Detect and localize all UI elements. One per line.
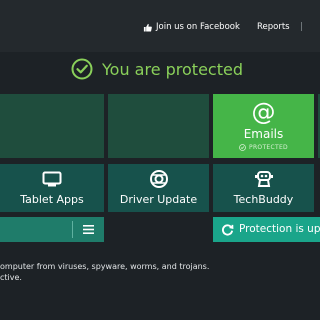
- check-circle-icon: [71, 58, 93, 80]
- protection-button-label: Protection is up: [239, 223, 320, 235]
- emails-tile-label: Emails: [243, 127, 284, 141]
- at-sign-icon: @: [251, 98, 276, 126]
- description-line-1: omputer from viruses, spyware, worms, an…: [0, 262, 210, 271]
- protection-is-up-button[interactable]: Protection is up: [213, 217, 320, 242]
- facebook-link-label: Join us on Facebook: [156, 22, 240, 32]
- tablet-icon: [42, 171, 62, 187]
- refresh-icon: [222, 224, 234, 236]
- protection-status: You are protected: [0, 56, 320, 84]
- driver-update-tile[interactable]: Driver Update: [108, 164, 209, 212]
- techbuddy-label: TechBuddy: [233, 193, 294, 206]
- techbuddy-icon: [254, 171, 273, 187]
- menu-button[interactable]: [0, 217, 104, 242]
- status-text: You are protected: [102, 60, 243, 79]
- facebook-link[interactable]: Join us on Facebook: [143, 20, 240, 34]
- top-bar: Join us on Facebook Reports |: [0, 0, 320, 52]
- driver-update-icon: [149, 170, 168, 188]
- feature-tile-2[interactable]: [108, 94, 209, 158]
- techbuddy-tile[interactable]: TechBuddy: [213, 164, 314, 212]
- tablet-apps-tile[interactable]: Tablet Apps: [0, 164, 104, 212]
- protected-badge-label: PROTECTED: [249, 144, 288, 151]
- check-small-icon: [239, 144, 246, 151]
- hamburger-menu-icon: [83, 225, 94, 234]
- header-separator: |: [300, 22, 303, 32]
- reports-link[interactable]: Reports: [257, 20, 290, 34]
- driver-update-label: Driver Update: [119, 193, 198, 206]
- thumbs-up-icon: [143, 23, 152, 32]
- feature-tile-1[interactable]: [0, 94, 104, 158]
- tablet-apps-label: Tablet Apps: [20, 193, 84, 206]
- protected-badge: PROTECTED: [213, 144, 314, 151]
- menu-divider: [72, 221, 73, 238]
- emails-tile[interactable]: @ Emails PROTECTED: [213, 94, 314, 158]
- description-line-2: ctive.: [0, 273, 22, 282]
